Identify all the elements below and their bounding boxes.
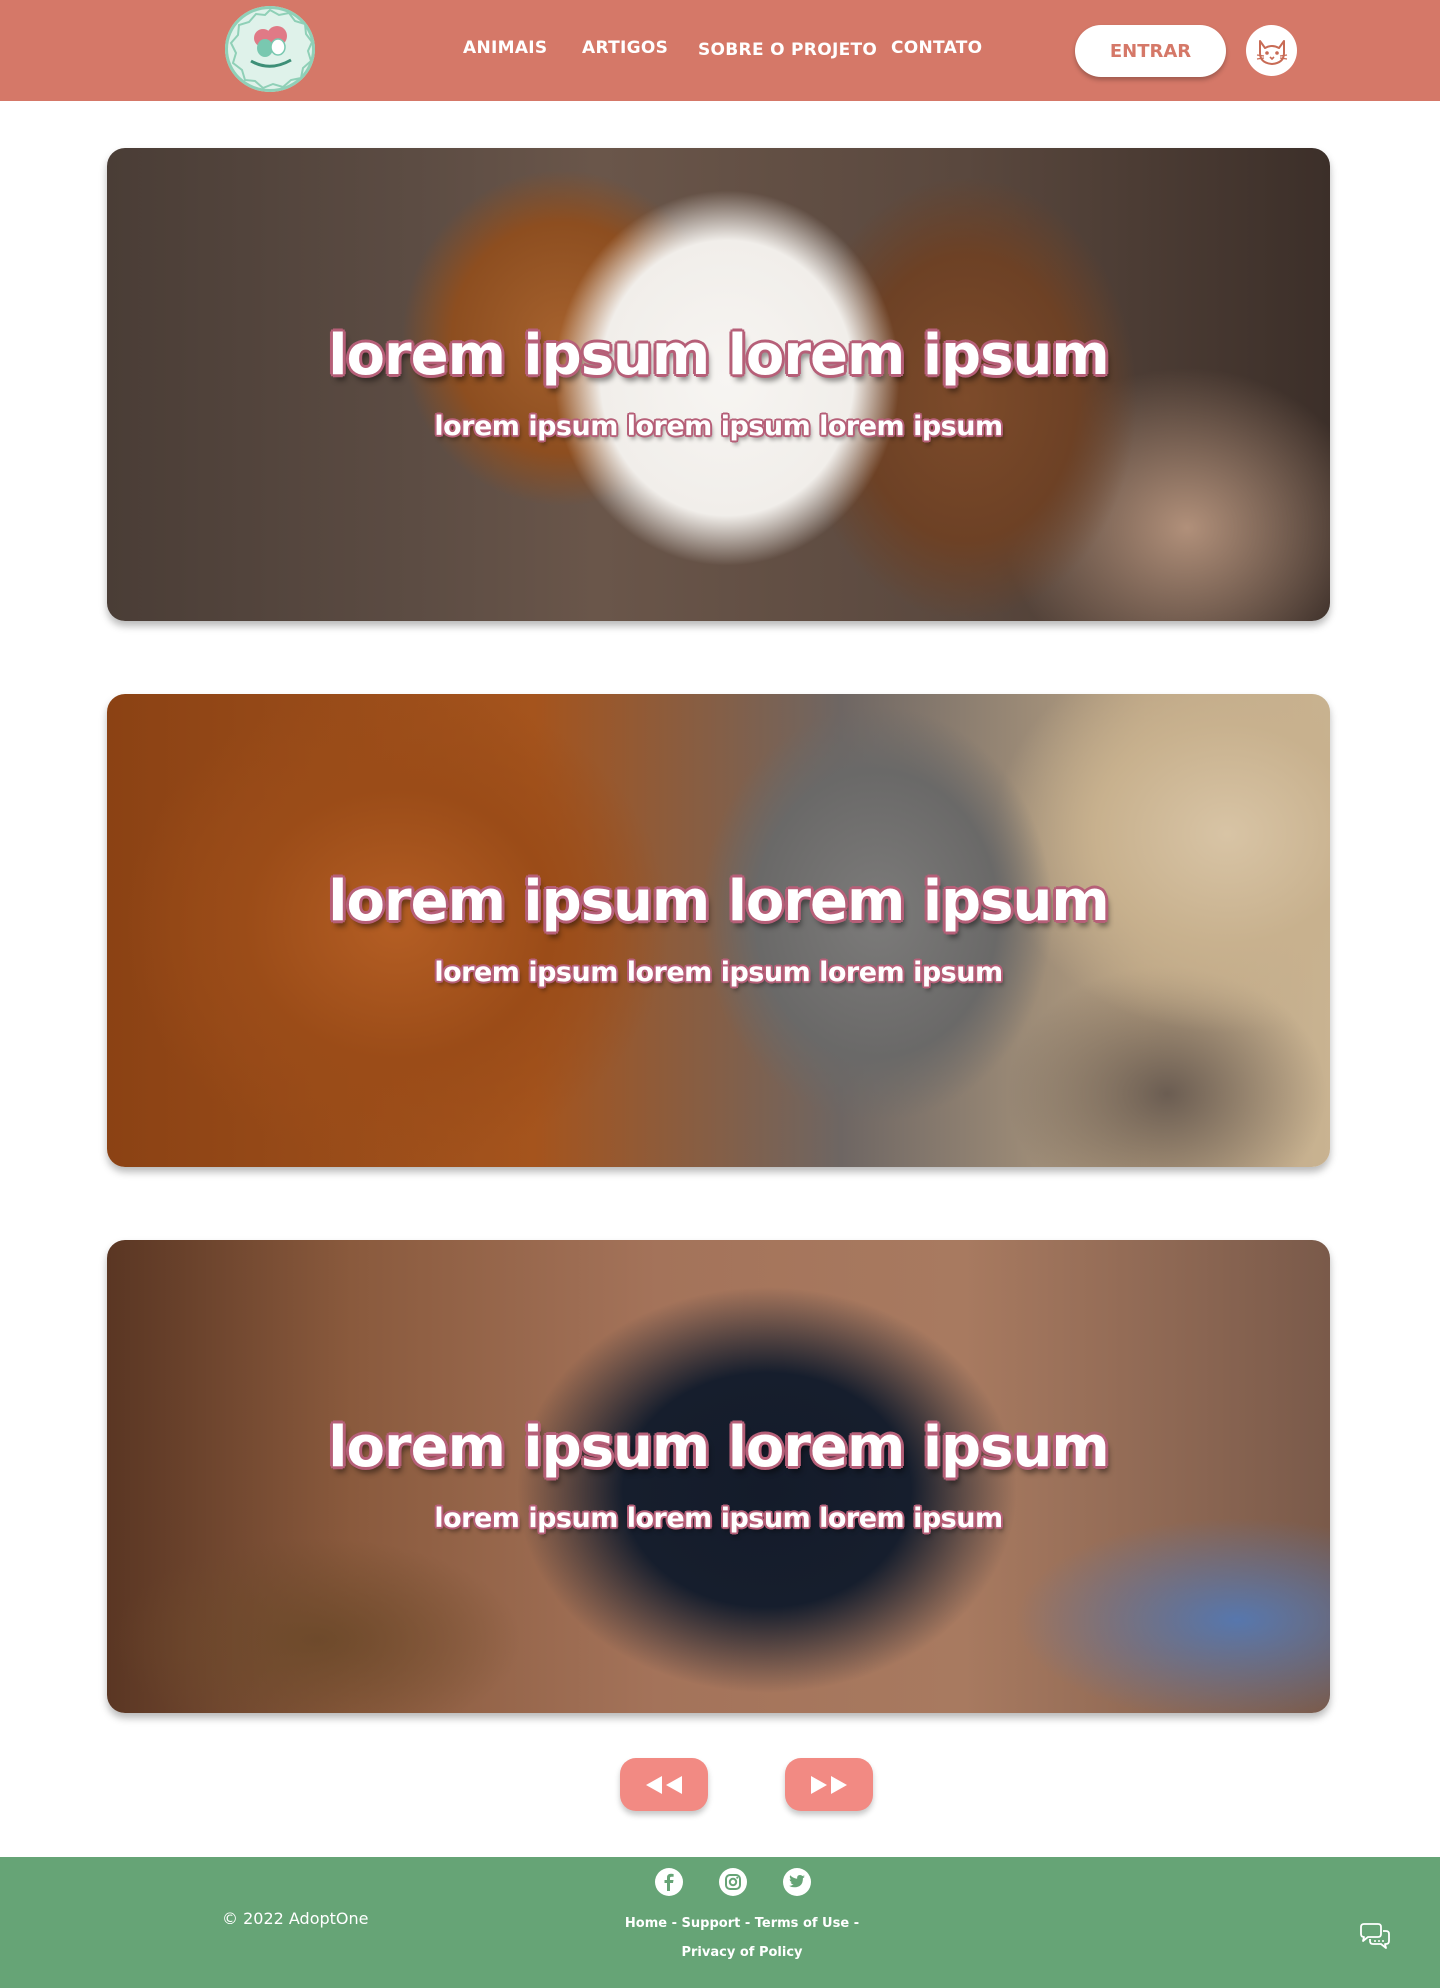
nav-animais[interactable]: ANIMAIS: [463, 38, 547, 58]
adoptone-logo[interactable]: [225, 6, 315, 92]
card-title: lorem ipsum lorem ipsum: [328, 1415, 1109, 1480]
site-footer: © 2022 AdoptOne Home - Support - Terms o…: [0, 1857, 1440, 1988]
hero-card-2[interactable]: lorem ipsum lorem ipsum lorem ipsum lore…: [107, 694, 1330, 1167]
instagram-icon: [725, 1874, 741, 1890]
chat-button[interactable]: [1358, 1922, 1392, 1952]
footer-links-privacy[interactable]: Privacy of Policy: [560, 1945, 924, 1960]
site-header: ANIMAIS ARTIGOS SOBRE O PROJETO CONTATO …: [0, 0, 1440, 101]
hero-card-3[interactable]: lorem ipsum lorem ipsum lorem ipsum lore…: [107, 1240, 1330, 1713]
logo-mark-icon: [229, 8, 314, 90]
nav-contato[interactable]: CONTATO: [891, 38, 982, 58]
chat-bubbles-icon: [1360, 1923, 1390, 1949]
twitter-link[interactable]: [783, 1868, 811, 1896]
copyright-text: © 2022 AdoptOne: [222, 1909, 369, 1928]
nav-artigos[interactable]: ARTIGOS: [582, 38, 668, 58]
twitter-icon: [788, 1875, 805, 1888]
user-avatar[interactable]: [1246, 25, 1297, 76]
nav-sobre-o-projeto[interactable]: SOBRE O PROJETO: [698, 40, 877, 60]
cat-face-icon: [1256, 39, 1287, 65]
next-page-button[interactable]: [785, 1758, 873, 1811]
card-subtitle: lorem ipsum lorem ipsum lorem ipsum: [434, 957, 1003, 988]
footer-links-primary[interactable]: Home - Support - Terms of Use -: [560, 1916, 924, 1931]
previous-page-button[interactable]: [620, 1758, 708, 1811]
facebook-icon: [664, 1873, 674, 1891]
rewind-icon: [646, 1775, 682, 1794]
card-title: lorem ipsum lorem ipsum: [328, 869, 1109, 934]
login-button[interactable]: ENTRAR: [1075, 25, 1226, 77]
fast-forward-icon: [811, 1775, 847, 1794]
card-subtitle: lorem ipsum lorem ipsum lorem ipsum: [434, 1503, 1003, 1534]
card-subtitle: lorem ipsum lorem ipsum lorem ipsum: [434, 411, 1003, 442]
instagram-link[interactable]: [719, 1868, 747, 1896]
card-title: lorem ipsum lorem ipsum: [328, 323, 1109, 388]
facebook-link[interactable]: [655, 1868, 683, 1896]
hero-card-1[interactable]: lorem ipsum lorem ipsum lorem ipsum lore…: [107, 148, 1330, 621]
